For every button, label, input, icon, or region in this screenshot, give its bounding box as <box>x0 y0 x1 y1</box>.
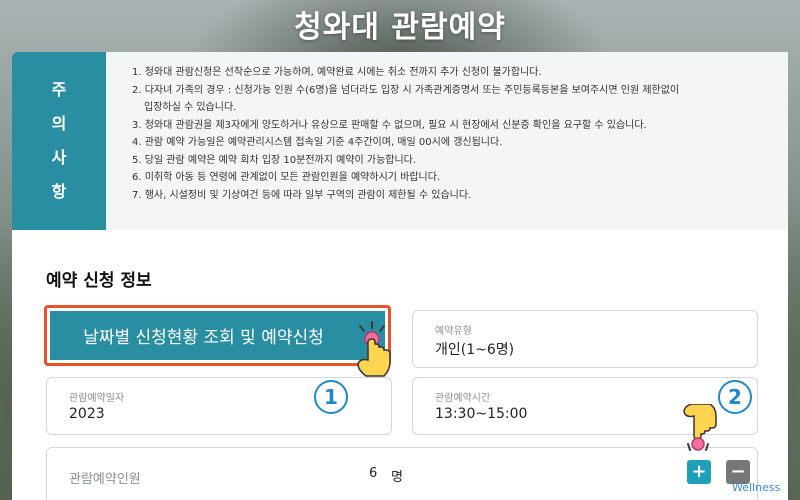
reservation-type-label: 예약유형 <box>435 326 472 337</box>
notice-item: 입장하실 수 있습니다. <box>144 102 237 113</box>
reservation-time-value: 13:30~15:00 <box>435 406 528 422</box>
notice-item: 5. 당일 관람 예약은 예약 회차 입장 10분전까지 예약이 가능합니다. <box>132 154 417 166</box>
reservation-time-label: 관람예약시간 <box>435 393 491 404</box>
visitor-count-value: 6 <box>369 466 378 481</box>
reservation-type-value: 개인(1~6명) <box>435 342 515 358</box>
visitor-count-field: 관람예약인원 6 명 <box>46 447 758 500</box>
notice-item: 2. 다자녀 가족의 경우 : 신청가능 인원 수(6명)을 넘더라도 입장 시… <box>132 84 680 96</box>
notice-item: 3. 청와대 관람권을 제3자에게 양도하거나 유상으로 판매할 수 없으며, … <box>132 119 647 131</box>
date-reservation-button[interactable]: 날짜별 신청현황 조회 및 예약신청 <box>44 305 391 366</box>
pointing-hand-icon <box>357 321 391 377</box>
visitor-count-label: 관람예약인원 <box>69 472 141 487</box>
pointing-hand-icon <box>683 404 717 451</box>
visitor-count-unit: 명 <box>391 470 403 485</box>
watermark: Wellness <box>732 481 781 494</box>
notice-char: 사 <box>51 148 67 167</box>
notice-item: 7. 행사, 시설정비 및 기상여건 등에 따라 일부 구역의 관람이 제한될 … <box>132 189 472 201</box>
reservation-date-label: 관람예약일자 <box>69 393 125 404</box>
notice-item: 1. 청와대 관람신청은 선착순으로 가능하며, 예약완료 시에는 취소 전까지… <box>132 67 542 78</box>
notice-char: 주 <box>51 80 67 99</box>
notice-box: 1. 청와대 관람신청은 선착순으로 가능하며, 예약완료 시에는 취소 전까지… <box>106 52 788 230</box>
notice-item: 6. 미취학 아동 등 연령에 관계없이 모든 관람인원을 예약하시기 바랍니다… <box>132 172 441 183</box>
notice-side-label: 주 의 사 항 <box>12 52 106 230</box>
date-reservation-button-label: 날짜별 신청현황 조회 및 예약신청 <box>50 311 385 360</box>
notice-list: 1. 청와대 관람신청은 선착순으로 가능하며, 예약완료 시에는 취소 전까지… <box>132 64 772 204</box>
reservation-date-value: 2023 <box>69 406 105 422</box>
step-1-badge: 1 <box>314 380 348 414</box>
notice-char: 의 <box>51 114 67 133</box>
step-2-badge: 2 <box>718 380 752 414</box>
section-title: 예약 신청 정보 <box>46 271 152 291</box>
page-title: 청와대 관람예약 <box>294 10 506 45</box>
reservation-type-field[interactable]: 예약유형 개인(1~6명) <box>412 310 758 368</box>
notice-char: 항 <box>51 182 67 201</box>
notice-item: 4. 관람 예약 가능일은 예약관리시스템 접속일 기준 4주간이며, 매일 0… <box>132 137 503 148</box>
